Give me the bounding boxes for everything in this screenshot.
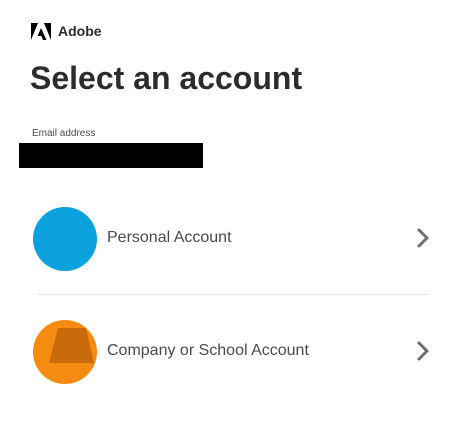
email-label: Email address [32,128,96,139]
company-account-avatar [33,320,97,384]
company-account-label: Company or School Account [107,342,309,359]
personal-account-option[interactable]: Personal Account [30,204,440,274]
company-account-option[interactable]: Company or School Account [30,317,440,387]
chevron-right-icon [417,228,429,248]
email-value-redacted [19,143,203,168]
brand-name: Adobe [58,23,102,39]
personal-account-label: Personal Account [107,229,232,246]
page-title: Select an account [30,60,303,96]
adobe-brand: Adobe [31,22,102,40]
personal-account-avatar [33,207,97,271]
divider [37,294,428,295]
account-selection-page: Adobe Select an account Email address Pe… [0,0,474,442]
chevron-right-icon [417,341,429,361]
adobe-logo-icon [31,22,51,40]
